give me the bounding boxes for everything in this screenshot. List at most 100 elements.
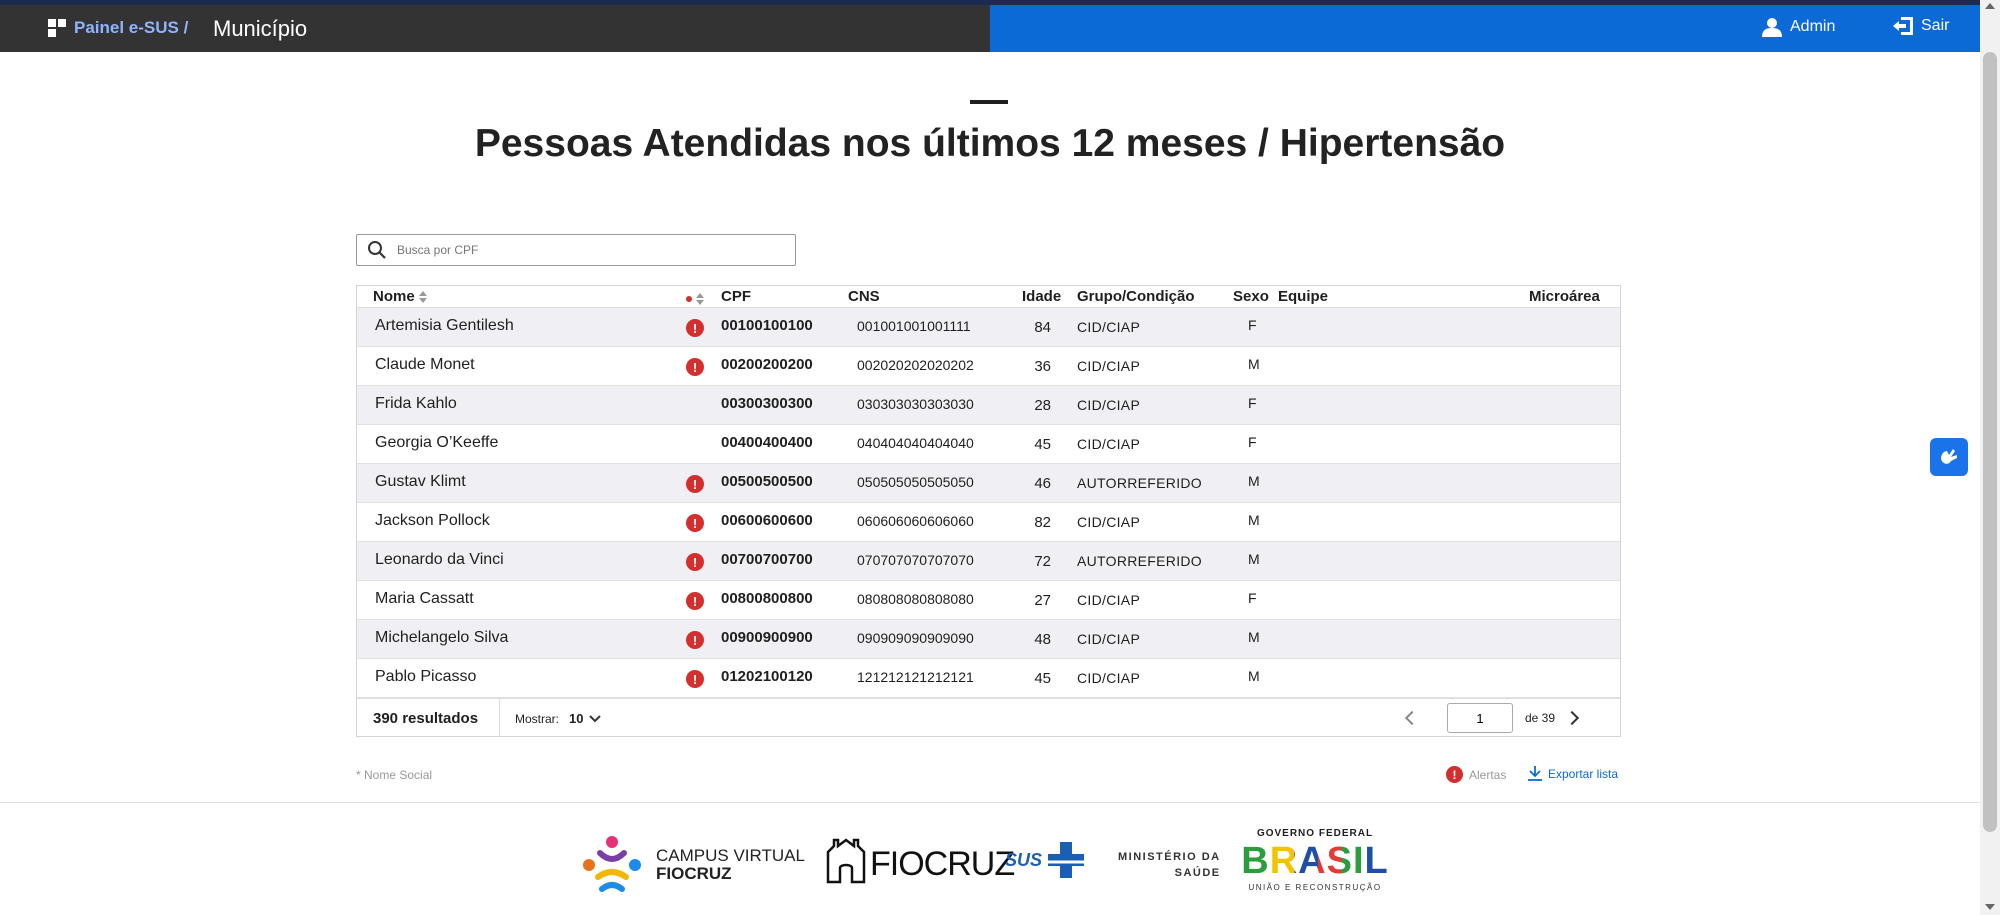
search-box[interactable]: [356, 234, 796, 266]
governo-federal-logo: GOVERNO FEDERAL BRASIL UNIÃO E RECONSTRU…: [1240, 828, 1390, 892]
alert-icon: !: [686, 514, 704, 532]
page-size-control: Mostrar: 10: [515, 711, 602, 726]
cell-cpf: 00900900900: [721, 629, 813, 646]
governo-federal-text: GOVERNO FEDERAL: [1256, 828, 1374, 839]
cell-nome: Claude Monet: [375, 356, 475, 373]
column-microarea: Microárea: [1529, 288, 1600, 305]
alert-icon: !: [686, 319, 704, 337]
table-footer: 390 resultados Mostrar: 10 de 39: [357, 698, 1620, 737]
patients-table: Nome CPF CNS Idade Grupo/Condição Sexo E…: [356, 285, 1621, 737]
cell-nome: Artemisia Gentilesh: [375, 317, 514, 334]
cell-cns: 040404040404040: [857, 435, 974, 451]
cell-cpf: 00400400400: [721, 434, 813, 451]
fiocruz-castle-icon: [826, 838, 866, 884]
alert-icon: !: [686, 553, 704, 571]
alert-icon: !: [686, 358, 704, 376]
logout-button[interactable]: Sair: [1893, 17, 1949, 35]
export-list-label: Exportar lista: [1548, 766, 1619, 781]
search-input[interactable]: [397, 243, 777, 257]
table-row[interactable]: Michelangelo Silva ! 00900900900 0909090…: [357, 620, 1620, 659]
table-row[interactable]: Leonardo da Vinci ! 00700700700 07070707…: [357, 542, 1620, 581]
cell-nome: Pablo Picasso: [375, 668, 477, 685]
cell-cns: 070707070707070: [857, 552, 974, 568]
alert-icon: !: [686, 592, 704, 610]
sort-icon[interactable]: [418, 291, 427, 304]
table-row[interactable]: Gustav Klimt ! 00500500500 0505050505050…: [357, 464, 1620, 503]
admin-label: Admin: [1790, 18, 1836, 35]
dashboard-grid-icon: [48, 19, 66, 37]
page-scrollbar[interactable]: [1980, 0, 2000, 915]
cell-alert: !: [686, 592, 704, 610]
page-size-select[interactable]: 10: [569, 711, 602, 726]
export-list-button[interactable]: Exportar lista: [1528, 766, 1618, 781]
cell-idade: 46: [1034, 475, 1051, 492]
cell-idade: 72: [1034, 553, 1051, 570]
brand-link[interactable]: Painel e-SUS /: [48, 18, 188, 38]
accessibility-hands-button[interactable]: [1930, 438, 1968, 476]
alert-icon: !: [686, 631, 704, 649]
cell-grupo: CID/CIAP: [1077, 592, 1141, 608]
cell-nome: Michelangelo Silva: [375, 629, 509, 646]
table-row[interactable]: Georgia O’Keeffe 00400400400 04040404040…: [357, 425, 1620, 464]
cell-cpf: 00300300300: [721, 395, 813, 412]
column-cpf: CPF: [721, 288, 751, 305]
cell-alert: !: [686, 358, 704, 376]
scroll-down-arrow-icon[interactable]: [1985, 904, 1995, 910]
table-row[interactable]: Frida Kahlo 00300300300 030303030303030 …: [357, 386, 1620, 425]
fiocruz-wordmark: FIOCRUZ: [870, 845, 1015, 883]
column-alert-sort[interactable]: [686, 290, 704, 307]
cell-nome: Jackson Pollock: [375, 512, 490, 529]
cell-sexo: F: [1248, 395, 1257, 411]
cell-idade: 45: [1034, 436, 1051, 453]
page-size-label: Mostrar:: [515, 711, 560, 726]
cell-sexo: M: [1248, 512, 1260, 528]
sign-language-icon: [1941, 449, 1957, 464]
column-nome[interactable]: Nome: [373, 288, 427, 305]
scroll-up-arrow-icon[interactable]: [1985, 3, 1995, 9]
cell-cns: 090909090909090: [857, 630, 974, 646]
table-row[interactable]: Jackson Pollock ! 00600600600 0606060606…: [357, 503, 1620, 542]
cell-grupo: CID/CIAP: [1077, 436, 1141, 452]
cell-alert: !: [686, 475, 704, 493]
chevron-down-icon: [589, 714, 602, 722]
cell-cns: 001001001001111: [857, 318, 971, 334]
cell-idade: 84: [1034, 319, 1051, 336]
sus-cross-icon: [1048, 842, 1085, 878]
page-number-input[interactable]: [1447, 703, 1513, 733]
table-row[interactable]: Pablo Picasso ! 01202100120 121212121212…: [357, 659, 1620, 698]
cell-cns: 030303030303030: [857, 396, 974, 412]
pagination: de 39: [1404, 703, 1580, 733]
table-row[interactable]: Claude Monet ! 00200200200 0020202020202…: [357, 347, 1620, 386]
column-idade: Idade: [1022, 288, 1062, 305]
cell-cns: 060606060606060: [857, 513, 974, 529]
brasil-letters: BRASIL: [1241, 840, 1389, 882]
alerts-legend: ! Alertas: [1446, 766, 1506, 783]
next-page-icon[interactable]: [1564, 710, 1580, 726]
logout-label: Sair: [1921, 17, 1950, 34]
cell-sexo: F: [1248, 590, 1257, 606]
alert-icon: !: [686, 670, 704, 688]
footer-divider-line: [0, 802, 1980, 803]
previous-page-icon[interactable]: [1404, 710, 1420, 726]
cell-sexo: M: [1248, 551, 1260, 567]
sort-icon[interactable]: [696, 293, 704, 306]
fiocruz-logo: FIOCRUZ: [826, 838, 1015, 884]
cell-cpf: 00600600600: [721, 512, 813, 529]
admin-button[interactable]: Admin: [1762, 17, 1835, 37]
column-grupo: Grupo/Condição: [1077, 288, 1195, 305]
cell-sexo: M: [1248, 356, 1260, 372]
ministerio-line1: MINISTÉRIO DA: [1118, 851, 1221, 863]
cell-grupo: CID/CIAP: [1077, 631, 1141, 647]
page-title: Pessoas Atendidas nos últimos 12 meses /…: [474, 122, 1506, 165]
alert-dot-icon: [686, 296, 692, 303]
sus-wordmark: SUS: [1005, 849, 1043, 870]
cell-sexo: F: [1248, 434, 1257, 450]
scrollbar-thumb[interactable]: [1983, 52, 1997, 832]
table-row[interactable]: Artemisia Gentilesh ! 00100100100 001001…: [357, 308, 1620, 347]
column-sexo: Sexo: [1233, 288, 1269, 305]
total-pages: de 39: [1525, 711, 1556, 725]
table-row[interactable]: Maria Cassatt ! 00800800800 080808080808…: [357, 581, 1620, 620]
cell-nome: Frida Kahlo: [375, 395, 457, 412]
cell-cpf: 01202100120: [721, 668, 813, 685]
cell-sexo: F: [1248, 317, 1257, 333]
